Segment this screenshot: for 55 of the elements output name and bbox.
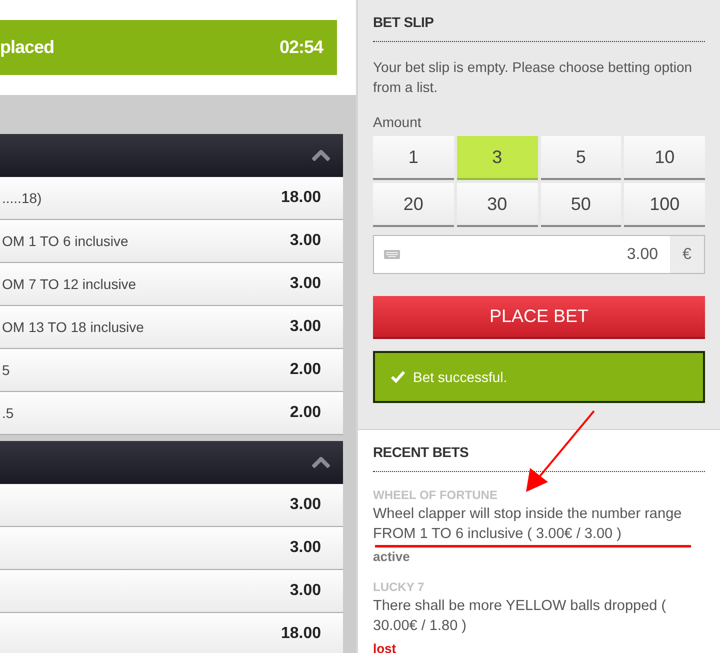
market-option-row[interactable]: 5 2.00 (0, 349, 343, 392)
odds-value: 2.00 (290, 361, 321, 379)
market-option-row[interactable]: OM 1 TO 6 inclusive 3.00 (0, 220, 343, 263)
amount-value: 3.00 (626, 246, 659, 264)
amount-button[interactable]: 5 (540, 136, 622, 180)
section-title: BET SLIP (373, 14, 705, 42)
amount-label: Amount (373, 114, 422, 130)
amount-button[interactable]: 100 (624, 183, 705, 227)
amount-button[interactable]: 10 (624, 136, 705, 180)
checkmark-icon (391, 371, 405, 383)
market-group-header[interactable] (0, 134, 343, 177)
amount-field[interactable]: 3.00 € (373, 235, 705, 274)
market-option-row[interactable]: 18.00 (0, 613, 343, 653)
amount-button[interactable]: 3 (456, 136, 538, 180)
bet-description: Wheel clapper will stop inside the number range FROM 1 TO 6 inclusive ( 3.00€ / 3.00 ) (373, 505, 683, 544)
market-option-row[interactable]: 3.00 (0, 527, 343, 570)
bet-status: active (373, 549, 410, 564)
market-option-row[interactable]: .5 2.00 (0, 392, 343, 435)
option-label: .....18) (1, 190, 42, 206)
currency-addon: € (670, 236, 704, 273)
amount-button[interactable]: 30 (456, 183, 538, 227)
bet-status: lost (373, 641, 396, 653)
option-label: OM 7 TO 12 inclusive (1, 276, 136, 292)
odds-value: 3.00 (290, 582, 321, 600)
game-name: WHEEL OF FORTUNE (373, 488, 498, 502)
countdown-timer: 02:54 (279, 37, 323, 58)
notice-text: Bet successful. (413, 369, 508, 385)
amount-button[interactable]: 1 (373, 136, 454, 180)
option-label: OM 1 TO 6 inclusive (1, 233, 128, 249)
keyboard-icon (384, 250, 400, 259)
amount-button[interactable]: 50 (540, 183, 622, 227)
option-label: .5 (1, 405, 14, 421)
odds-value: 3.00 (290, 232, 321, 250)
empty-slip-message: Your bet slip is empty. Please choose betting option from a list. (373, 58, 694, 97)
odds-value: 18.00 (280, 189, 321, 207)
market-option-row[interactable]: .....18) 18.00 (0, 177, 343, 220)
option-label: 5 (1, 362, 10, 378)
odds-value: 3.00 (290, 318, 321, 336)
amount-button[interactable]: 20 (373, 183, 454, 227)
market-option-row[interactable]: 3.00 (0, 570, 343, 613)
market-option-row[interactable]: 3.00 (0, 484, 343, 527)
odds-value: 3.00 (290, 539, 321, 557)
section-title: RECENT BETS (373, 444, 705, 472)
market-option-row[interactable]: OM 13 TO 18 inclusive 3.00 (0, 306, 343, 349)
market-option-row[interactable]: OM 7 TO 12 inclusive 3.00 (0, 263, 343, 306)
odds-value: 18.00 (280, 625, 321, 643)
market-group-header[interactable] (0, 441, 343, 484)
game-name: LUCKY 7 (373, 580, 426, 594)
place-bet-button[interactable]: PLACE BET (373, 296, 705, 339)
banner-title: placed (0, 37, 54, 58)
odds-value: 2.00 (290, 404, 321, 422)
odds-value: 3.00 (290, 496, 321, 514)
bet-description: There shall be more YELLOW balls dropped ( 30.00€ / 1.80 ) (373, 597, 668, 636)
odds-value: 3.00 (290, 275, 321, 293)
option-label: OM 13 TO 18 inclusive (1, 319, 144, 335)
